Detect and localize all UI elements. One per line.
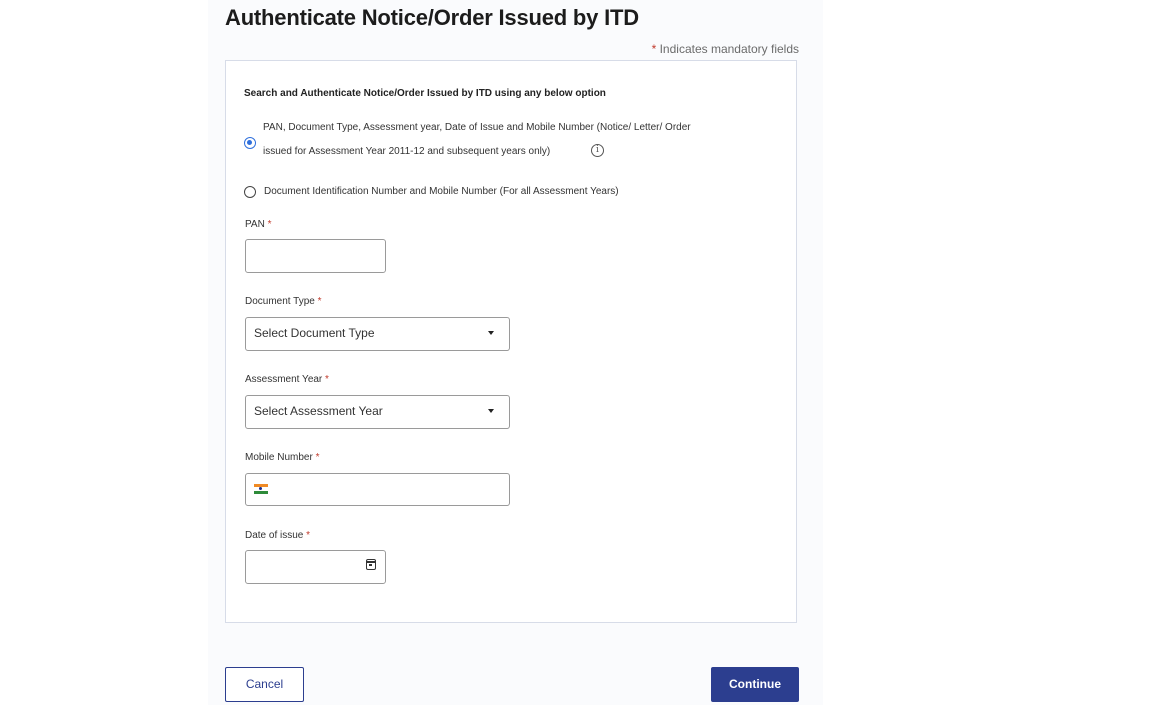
date-of-issue-label-text: Date of issue bbox=[245, 530, 304, 541]
date-of-issue-label: Date of issue * bbox=[245, 530, 310, 541]
document-type-value: Select Document Type bbox=[254, 326, 375, 340]
india-flag-icon bbox=[254, 484, 268, 494]
mandatory-note: * Indicates mandatory fields bbox=[652, 42, 799, 56]
caret-down-icon bbox=[488, 409, 494, 413]
pan-label-text: PAN bbox=[245, 219, 265, 230]
info-icon[interactable]: i bbox=[591, 144, 604, 157]
continue-button[interactable]: Continue bbox=[711, 667, 799, 702]
assessment-year-select[interactable]: Select Assessment Year bbox=[245, 395, 510, 429]
document-type-label: Document Type * bbox=[245, 296, 322, 307]
page-title: Authenticate Notice/Order Issued by ITD bbox=[225, 5, 639, 30]
pan-label: PAN * bbox=[245, 219, 272, 230]
option-pan-label-line2: issued for Assessment Year 2011-12 and s… bbox=[263, 146, 551, 157]
assessment-year-label: Assessment Year * bbox=[245, 374, 329, 385]
radio-option-din[interactable] bbox=[244, 186, 256, 198]
required-star: * bbox=[267, 219, 272, 230]
assessment-year-value: Select Assessment Year bbox=[254, 404, 383, 418]
required-star: * bbox=[325, 374, 329, 385]
mandatory-note-text: Indicates mandatory fields bbox=[659, 42, 799, 56]
required-star: * bbox=[317, 296, 322, 307]
search-heading: Search and Authenticate Notice/Order Iss… bbox=[244, 88, 606, 99]
required-star: * bbox=[651, 42, 657, 56]
option-pan-label-line1: PAN, Document Type, Assessment year, Dat… bbox=[263, 122, 691, 133]
date-of-issue-input[interactable] bbox=[245, 550, 386, 584]
cancel-button[interactable]: Cancel bbox=[225, 667, 304, 702]
caret-down-icon bbox=[488, 331, 494, 335]
assessment-year-label-text: Assessment Year bbox=[245, 374, 323, 385]
required-star: * bbox=[306, 530, 311, 541]
option-din-label: Document Identification Number and Mobil… bbox=[264, 186, 619, 197]
mobile-number-input[interactable] bbox=[245, 473, 510, 506]
pan-input[interactable] bbox=[245, 239, 386, 273]
mobile-label-text: Mobile Number bbox=[245, 452, 313, 463]
document-type-select[interactable]: Select Document Type bbox=[245, 317, 510, 351]
mobile-label: Mobile Number * bbox=[245, 452, 320, 463]
required-star: * bbox=[315, 452, 320, 463]
radio-option-pan[interactable] bbox=[244, 137, 256, 149]
document-type-label-text: Document Type bbox=[245, 296, 315, 307]
calendar-icon[interactable] bbox=[366, 559, 376, 570]
